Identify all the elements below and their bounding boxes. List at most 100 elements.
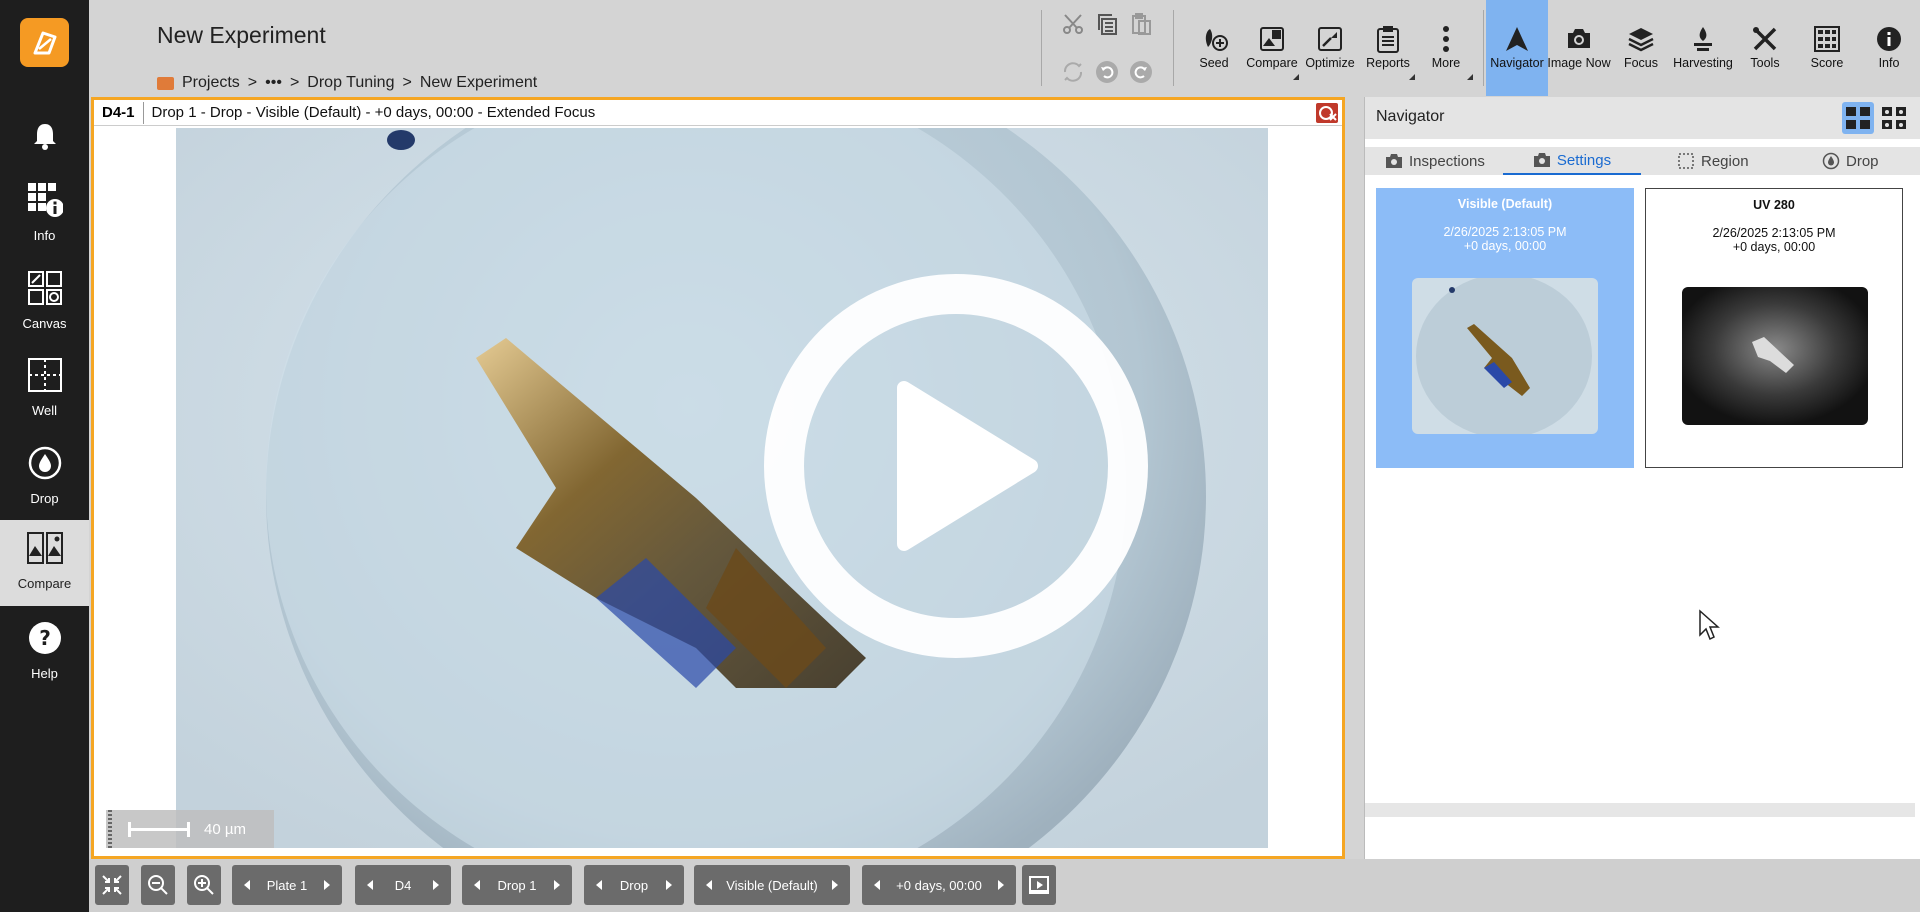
horizontal-scrollbar[interactable] (1365, 803, 1915, 817)
tool-label: Optimize (1305, 56, 1355, 70)
plate-selector[interactable]: Plate 1 (232, 865, 342, 905)
sidebar-item-label: Well (31, 403, 58, 418)
tab-drop[interactable]: Drop (1822, 147, 1879, 175)
cut-icon[interactable] (1059, 10, 1087, 38)
sidebar-item-info[interactable]: Info (0, 172, 89, 252)
app-logo[interactable] (20, 18, 69, 67)
grid-view-button[interactable] (1842, 102, 1874, 134)
image-now-button[interactable]: Image Now (1547, 0, 1611, 96)
fit-screen-button[interactable] (95, 865, 129, 905)
well-id-label: D4-1 (94, 101, 144, 124)
card-title: UV 280 (1753, 198, 1795, 212)
region-icon (1678, 153, 1694, 169)
left-sidebar: Info Canvas Well Drop Compare ? Help (0, 0, 89, 912)
imaging-card-uv280[interactable]: UV 280 2/26/2025 2:13:05 PM +0 days, 00:… (1645, 188, 1903, 468)
tool-label: Info (1878, 56, 1900, 70)
imaging-card-visible[interactable]: Visible (Default) 2/26/2025 2:13:05 PM +… (1376, 188, 1634, 468)
tab-label: Settings (1556, 151, 1612, 169)
reports-button[interactable]: Reports (1357, 0, 1419, 96)
drop-value: Drop 1 (497, 877, 537, 893)
breadcrumb-item[interactable]: New Experiment (420, 74, 537, 92)
sidebar-item-canvas[interactable]: Canvas (0, 260, 89, 340)
next-arrow-icon[interactable] (666, 880, 672, 890)
harvest-icon (1688, 24, 1718, 54)
plate-value: Plate 1 (266, 877, 308, 893)
tool-label: Tools (1750, 56, 1780, 70)
zoom-out-icon (148, 875, 168, 895)
prev-arrow-icon[interactable] (706, 880, 712, 890)
breadcrumb-item[interactable]: Drop Tuning (307, 74, 394, 92)
more-button[interactable]: More (1415, 0, 1477, 96)
sidebar-item-label: Drop (30, 491, 59, 506)
navigator-panel: Navigator Inspections Settings Region Dr… (1364, 97, 1920, 859)
tab-inspections[interactable]: Inspections (1385, 147, 1485, 175)
undo-icon[interactable] (1093, 58, 1121, 86)
sidebar-item-label: Help (31, 666, 58, 681)
help-icon: ? (25, 616, 65, 660)
copy-icon[interactable] (1093, 10, 1121, 38)
sidebar-item-drop[interactable]: Drop (0, 435, 89, 515)
optimize-button[interactable]: Optimize (1299, 0, 1361, 96)
collapse-icon (102, 875, 122, 895)
slideshow-button[interactable] (1022, 865, 1056, 905)
paste-icon[interactable] (1127, 10, 1155, 38)
navigator-button[interactable]: Navigator (1486, 0, 1548, 96)
info-tool-button[interactable]: Info (1858, 0, 1920, 96)
prev-arrow-icon[interactable] (367, 880, 373, 890)
camera-view-button[interactable] (1878, 102, 1910, 134)
info-icon (1874, 24, 1904, 54)
redo-icon[interactable] (1127, 58, 1155, 86)
imaging-setting-selector[interactable]: Visible (Default) (694, 865, 850, 905)
zoom-in-icon (194, 875, 214, 895)
toolbar-divider (1173, 10, 1174, 86)
score-button[interactable]: Score (1796, 0, 1858, 96)
well-selector[interactable]: D4 (355, 865, 451, 905)
drop-image[interactable] (176, 128, 1268, 848)
tool-label: Score (1810, 56, 1844, 70)
sidebar-item-well[interactable]: Well (0, 347, 89, 427)
focus-button[interactable]: Focus (1610, 0, 1672, 96)
bottom-navigation-bar: Plate 1 D4 Drop 1 Drop Visible (Default)… (89, 859, 1920, 912)
next-arrow-icon[interactable] (998, 880, 1004, 890)
time-selector[interactable]: +0 days, 00:00 (862, 865, 1016, 905)
slideshow-icon (1029, 876, 1049, 894)
tool-label: More (1431, 56, 1461, 70)
sidebar-item-label: Info (33, 228, 56, 243)
next-arrow-icon[interactable] (433, 880, 439, 890)
tools-button[interactable]: Tools (1734, 0, 1796, 96)
scale-bar-line (128, 821, 190, 837)
close-camera-icon[interactable] (1316, 103, 1338, 123)
tab-settings[interactable]: Settings (1503, 147, 1641, 175)
next-arrow-icon[interactable] (832, 880, 838, 890)
zoom-in-button[interactable] (187, 865, 221, 905)
sync-icon[interactable] (1059, 58, 1087, 86)
prev-arrow-icon[interactable] (596, 880, 602, 890)
cursor-arrow-icon (1699, 609, 1720, 641)
seed-button[interactable]: Seed (1183, 0, 1245, 96)
toolbar-divider (1041, 10, 1042, 86)
breadcrumb-separator: > (289, 74, 300, 91)
card-age: +0 days, 00:00 (1463, 239, 1547, 253)
breadcrumb-ellipsis[interactable]: ••• (265, 74, 282, 92)
region-value: Drop (619, 877, 649, 893)
prev-arrow-icon[interactable] (474, 880, 480, 890)
region-selector[interactable]: Drop (584, 865, 684, 905)
card-date: 2/26/2025 2:13:05 PM (1443, 225, 1567, 239)
image-viewer[interactable]: D4-1 Drop 1 - Drop - Visible (Default) -… (91, 97, 1345, 859)
harvesting-button[interactable]: Harvesting (1672, 0, 1734, 96)
breadcrumb-item[interactable]: Projects (182, 74, 240, 92)
next-arrow-icon[interactable] (554, 880, 560, 890)
next-arrow-icon[interactable] (323, 880, 330, 890)
prev-arrow-icon[interactable] (874, 880, 880, 890)
prev-arrow-icon[interactable] (244, 880, 250, 890)
tool-label: Image Now (1547, 56, 1611, 70)
tab-region[interactable]: Region (1677, 147, 1749, 175)
compare-tool-button[interactable]: Compare (1241, 0, 1303, 96)
sidebar-item-compare[interactable]: Compare (0, 520, 89, 606)
zoom-out-button[interactable] (141, 865, 175, 905)
top-header: New Experiment Projects > ••• > Drop Tun… (89, 0, 1920, 96)
drop-selector[interactable]: Drop 1 (462, 865, 572, 905)
time-value: +0 days, 00:00 (896, 877, 982, 893)
sidebar-item-help[interactable]: ? Help (0, 610, 89, 690)
tool-label: Compare (1246, 56, 1298, 70)
